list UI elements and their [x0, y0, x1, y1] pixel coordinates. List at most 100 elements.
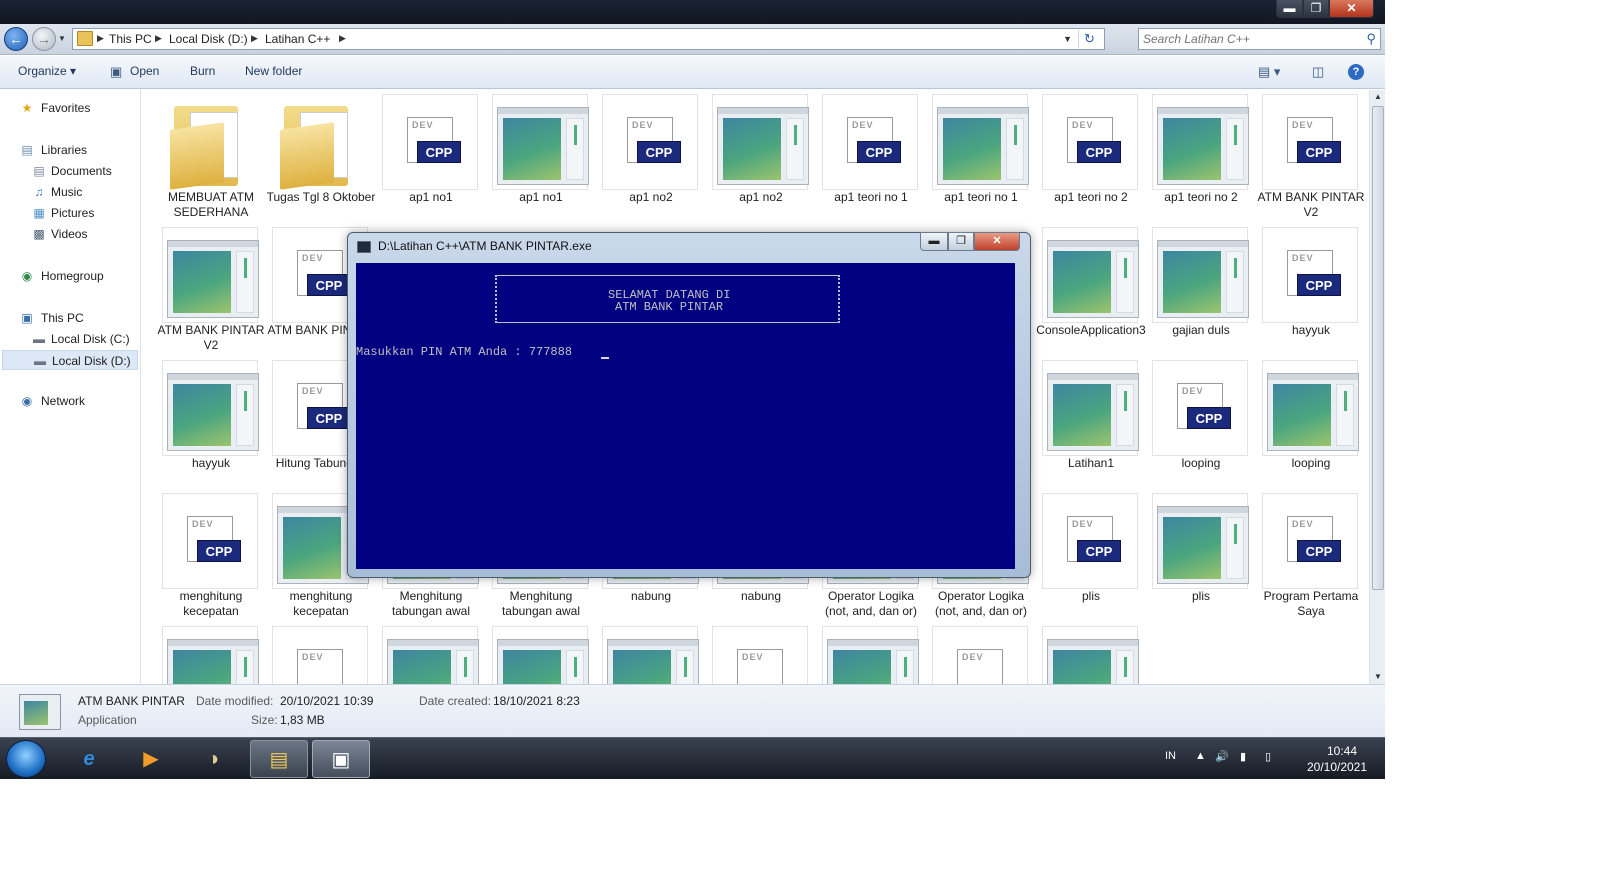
battery-icon[interactable]: ▯: [1265, 750, 1271, 763]
close-button[interactable]: ✕: [1329, 0, 1374, 18]
new-folder-button[interactable]: New folder: [245, 64, 302, 78]
preview-pane-icon[interactable]: ◫: [1312, 64, 1324, 80]
file-item[interactable]: Tugas Tgl 8 Oktober: [266, 90, 375, 220]
scroll-down-icon[interactable]: ▼: [1370, 670, 1385, 684]
file-item[interactable]: ConsoleApplication3: [1036, 223, 1146, 353]
nav-videos[interactable]: ▩ Videos: [0, 224, 140, 244]
file-item[interactable]: [1036, 622, 1140, 684]
file-item[interactable]: DEV CPP ap1 teori no 2: [1036, 90, 1140, 220]
organize-button[interactable]: Organize ▾: [18, 64, 76, 78]
console-window[interactable]: D:\Latihan C++\ATM BANK PINTAR.exe ▬ ❐ ✕…: [347, 232, 1031, 578]
file-item[interactable]: ap1 teori no 2: [1146, 90, 1250, 220]
search-input[interactable]: [1143, 31, 1353, 47]
file-item[interactable]: [376, 622, 480, 684]
chevron-right-icon[interactable]: ▶: [251, 33, 258, 44]
minimize-button[interactable]: ▬: [1276, 0, 1303, 18]
file-item[interactable]: DEV CPP plis: [1036, 489, 1140, 619]
file-item[interactable]: DEV CPP ap1 no2: [596, 90, 700, 220]
forward-button[interactable]: →: [32, 27, 56, 51]
console-minimize-button[interactable]: ▬: [920, 232, 948, 251]
file-item[interactable]: ATM BANK PINTAR V2: [156, 223, 264, 353]
nav-local-disk-c[interactable]: ▬ Local Disk (C:): [0, 329, 140, 349]
console-app-taskbar-icon[interactable]: ▣: [312, 740, 370, 778]
breadcrumb-local-disk-d[interactable]: Local Disk (D:): [169, 32, 248, 46]
file-item[interactable]: ap1 no1: [486, 90, 590, 220]
address-history-dropdown-icon[interactable]: ▼: [1063, 34, 1072, 44]
file-explorer-taskbar-icon[interactable]: ▤: [250, 740, 308, 778]
cpp-file-icon: DEV CPP: [382, 94, 478, 190]
file-item[interactable]: MEMBUAT ATM SEDERHANA: [156, 90, 260, 220]
file-name: looping: [1181, 456, 1221, 470]
clock-time[interactable]: 10:44: [1312, 744, 1372, 758]
nav-homegroup[interactable]: ◉ Homegroup: [0, 266, 140, 286]
show-hidden-icons-icon[interactable]: ▲: [1195, 750, 1206, 762]
nav-music[interactable]: ♫ Music: [0, 182, 140, 202]
burn-button[interactable]: Burn: [190, 64, 215, 78]
file-item[interactable]: DEV CPP looping: [1146, 356, 1250, 486]
nav-label: Documents: [51, 164, 112, 178]
file-item[interactable]: Latihan1: [1036, 356, 1140, 486]
nav-documents[interactable]: ▤ Documents: [0, 161, 140, 181]
console-close-button[interactable]: ✕: [974, 232, 1020, 251]
console-maximize-button[interactable]: ❐: [948, 232, 974, 251]
nav-pictures[interactable]: ▦ Pictures: [0, 203, 140, 223]
file-item[interactable]: ap1 no2: [706, 90, 810, 220]
console-output[interactable]: SELAMAT DATANG DI ATM BANK PINTAR Masukk…: [356, 263, 1015, 569]
file-name: ap1 teori no 2: [1054, 190, 1128, 204]
file-item[interactable]: plis: [1146, 489, 1250, 619]
search-box[interactable]: ⚲: [1138, 28, 1381, 50]
chevron-right-icon[interactable]: ▶: [155, 33, 162, 44]
file-item[interactable]: DEV CPP menghitung kecepatan: [156, 489, 260, 619]
nav-favorites[interactable]: ★ Favorites: [0, 98, 140, 118]
view-options-icon[interactable]: ▤ ▾: [1258, 64, 1280, 80]
breadcrumb-latihan-cpp[interactable]: Latihan C++: [265, 32, 330, 46]
chevron-right-icon[interactable]: ▶: [97, 33, 104, 44]
file-item[interactable]: ap1 teori no 1: [926, 90, 1030, 220]
nav-network[interactable]: ◉ Network: [0, 391, 140, 411]
chevron-right-icon[interactable]: ▶: [339, 33, 346, 44]
picture-icon: ▦: [33, 206, 45, 220]
nav-local-disk-d[interactable]: ▬ Local Disk (D:): [2, 350, 138, 370]
nav-label: Local Disk (D:): [52, 354, 131, 368]
nav-libraries[interactable]: ▤ Libraries: [0, 140, 140, 160]
recent-pages-dropdown-icon[interactable]: ▼: [58, 34, 66, 43]
file-item[interactable]: DEV CPP ap1 teori no 1: [816, 90, 920, 220]
file-item[interactable]: DEV: [706, 622, 810, 684]
vertical-scrollbar[interactable]: ▲ ▼: [1369, 90, 1385, 684]
back-button[interactable]: ←: [4, 27, 28, 51]
file-item[interactable]: gajian duls: [1146, 223, 1250, 353]
file-item[interactable]: [156, 622, 260, 684]
file-item[interactable]: DEV CPP hayyuk: [1256, 223, 1360, 353]
nav-this-pc[interactable]: ▣ This PC: [0, 308, 140, 328]
open-button[interactable]: Open: [130, 64, 159, 78]
clock-date[interactable]: 20/10/2021: [1298, 760, 1376, 774]
media-player-icon[interactable]: ▶: [122, 740, 180, 778]
scroll-up-icon[interactable]: ▲: [1370, 90, 1385, 104]
console-icon[interactable]: [357, 241, 371, 253]
scroll-thumb[interactable]: [1372, 106, 1384, 590]
file-item[interactable]: [596, 622, 700, 684]
file-item[interactable]: DEV: [926, 622, 1030, 684]
network-signal-icon[interactable]: ▮: [1240, 750, 1246, 763]
file-item[interactable]: hayyuk: [156, 356, 260, 486]
nav-label: This PC: [41, 311, 84, 325]
homegroup-icon: ◉: [21, 269, 33, 283]
file-item[interactable]: DEV CPP ATM BANK PINTAR V2: [1256, 90, 1364, 220]
paint-icon[interactable]: ◑: [184, 740, 242, 778]
help-icon[interactable]: ?: [1348, 64, 1364, 80]
file-item[interactable]: DEV CPP ap1 no1: [376, 90, 480, 220]
file-item[interactable]: [816, 622, 920, 684]
file-item[interactable]: DEV CPP Program Pertama Saya: [1256, 489, 1360, 619]
file-item[interactable]: [486, 622, 590, 684]
address-bar[interactable]: ▶ This PC ▶ Local Disk (D:) ▶ Latihan C+…: [72, 28, 1105, 50]
refresh-button[interactable]: ↻: [1078, 30, 1100, 48]
internet-explorer-icon[interactable]: e: [60, 740, 118, 778]
file-item[interactable]: DEV: [266, 622, 370, 684]
breadcrumb-this-pc[interactable]: This PC: [109, 32, 152, 46]
maximize-button[interactable]: ❐: [1303, 0, 1329, 18]
search-icon[interactable]: ⚲: [1366, 31, 1376, 47]
volume-icon[interactable]: 🔊: [1215, 750, 1229, 763]
start-button[interactable]: [6, 740, 46, 778]
language-indicator[interactable]: IN: [1165, 750, 1176, 762]
file-item[interactable]: looping: [1256, 356, 1360, 486]
